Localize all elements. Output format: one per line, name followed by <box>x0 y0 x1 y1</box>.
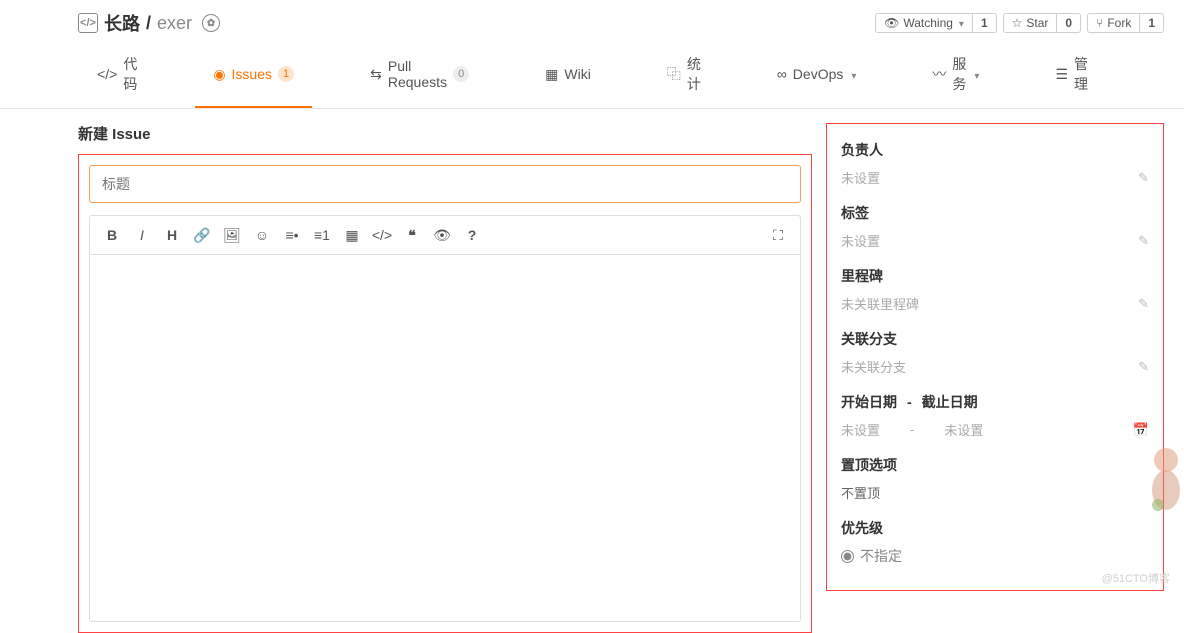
tab-label: 统计 <box>687 54 701 94</box>
fullscreen-button[interactable]: ⛶ <box>764 222 792 248</box>
issue-form-box: B I H 🔗 🖼 ☺ ≡• ≡1 ▦ </> ❝ 👁 ? ⛶ <box>78 154 812 633</box>
edit-icon[interactable]: ✎ <box>1138 296 1149 312</box>
image-button[interactable]: 🖼 <box>218 222 246 248</box>
priority-label: 优先级 <box>841 518 1149 538</box>
star-button[interactable]: ☆ Star <box>1003 13 1058 33</box>
breadcrumb-sep: / <box>146 13 151 34</box>
pr-icon: ⇆ <box>370 66 382 83</box>
code-button[interactable]: </> <box>368 222 396 248</box>
priority-none-label: 不指定 <box>860 546 902 566</box>
repo-icon: </> <box>78 13 98 33</box>
labels-label: 标签 <box>841 203 1149 223</box>
owner-link[interactable]: 长路 <box>104 10 140 36</box>
quote-button[interactable]: ❝ <box>398 222 426 248</box>
pr-count-badge: 0 <box>453 66 469 82</box>
start-date-label: 开始日期 <box>841 392 897 412</box>
tab-services[interactable]: 〰 服务 <box>914 44 997 108</box>
tab-issues[interactable]: ◉ Issues 1 <box>195 44 312 108</box>
sidebar: 负责人 未设置 ✎ 标签 未设置 ✎ 里程碑 未关联里程碑 ✎ 关联分支 未关联… <box>826 123 1164 591</box>
tab-label: 服务 <box>952 54 966 94</box>
chevron-down-icon <box>957 16 964 30</box>
end-date-label: 截止日期 <box>922 392 978 412</box>
preview-button[interactable]: 👁 <box>428 222 456 248</box>
branch-value: 未关联分支 <box>841 357 906 376</box>
breadcrumb: </> 长路 / exer ✿ <box>78 10 220 36</box>
page-title: 新建 Issue <box>78 123 812 144</box>
dates-label: 开始日期 - 截止日期 <box>841 392 1149 412</box>
issues-count-badge: 1 <box>278 66 294 82</box>
issue-title-input[interactable] <box>89 165 801 203</box>
branch-label: 关联分支 <box>841 329 1149 349</box>
editor-textarea[interactable] <box>89 254 801 622</box>
devops-icon: ∞ <box>777 66 787 82</box>
assignee-value: 未设置 <box>841 168 880 187</box>
tab-label: Pull Requests <box>388 58 447 90</box>
star-label: Star <box>1026 16 1048 30</box>
fork-icon: ⑂ <box>1096 16 1103 30</box>
issue-icon: ◉ <box>213 66 225 83</box>
chevron-down-icon <box>849 66 856 82</box>
edit-icon[interactable]: ✎ <box>1138 359 1149 375</box>
ul-button[interactable]: ≡• <box>278 222 306 248</box>
tab-label: Issues <box>232 66 272 82</box>
help-button[interactable]: ? <box>458 222 486 248</box>
link-button[interactable]: 🔗 <box>188 222 216 248</box>
sticky-label: 置顶选项 <box>841 455 1149 475</box>
assignee-label: 负责人 <box>841 140 1149 160</box>
edit-icon[interactable]: ✎ <box>1138 233 1149 249</box>
edit-icon[interactable]: ✎ <box>1138 170 1149 186</box>
ol-button[interactable]: ≡1 <box>308 222 336 248</box>
italic-button[interactable]: I <box>128 222 156 248</box>
tab-wiki[interactable]: ▦ Wiki <box>527 44 609 108</box>
watermark: @51CTO博客 <box>1102 570 1170 586</box>
star-icon: ☆ <box>1012 16 1023 30</box>
calendar-icon[interactable]: 📅 <box>1133 422 1149 438</box>
repo-link[interactable]: exer <box>157 13 192 34</box>
labels-value: 未设置 <box>841 231 880 250</box>
milestone-value: 未关联里程碑 <box>841 294 919 313</box>
tab-label: 管理 <box>1074 54 1088 94</box>
tab-code[interactable]: </> 代码 <box>79 44 155 108</box>
badge-icon: ✿ <box>202 14 220 32</box>
tab-manage[interactable]: ☰ 管理 <box>1037 44 1106 108</box>
watching-count[interactable]: 1 <box>973 13 997 33</box>
sticky-value[interactable]: 不置顶 <box>841 483 880 502</box>
heading-button[interactable]: H <box>158 222 186 248</box>
fork-count[interactable]: 1 <box>1140 13 1164 33</box>
bold-button[interactable]: B <box>98 222 126 248</box>
tab-pull-requests[interactable]: ⇆ Pull Requests 0 <box>352 44 487 108</box>
chevron-down-icon <box>972 66 979 82</box>
tab-stats[interactable]: ⿻ 统计 <box>649 44 719 108</box>
tab-label: DevOps <box>793 66 844 82</box>
services-icon: 〰 <box>932 64 946 84</box>
table-button[interactable]: ▦ <box>338 222 366 248</box>
stats-icon: ⿻ <box>667 64 681 84</box>
start-date-value[interactable]: 未设置 <box>841 420 880 439</box>
tab-devops[interactable]: ∞ DevOps <box>759 44 875 108</box>
end-date-value[interactable]: 未设置 <box>944 420 983 439</box>
wiki-icon: ▦ <box>545 66 558 83</box>
star-count[interactable]: 0 <box>1057 13 1081 33</box>
priority-none-radio[interactable] <box>841 550 854 563</box>
tab-label: Wiki <box>564 66 590 82</box>
eye-icon: 👁 <box>884 16 899 30</box>
tab-label: 代码 <box>123 54 137 94</box>
code-icon: </> <box>97 66 117 82</box>
watching-button[interactable]: 👁 Watching <box>875 13 973 33</box>
fork-button[interactable]: ⑂ Fork <box>1087 13 1140 33</box>
milestone-label: 里程碑 <box>841 266 1149 286</box>
emoji-button[interactable]: ☺ <box>248 222 276 248</box>
editor-toolbar: B I H 🔗 🖼 ☺ ≡• ≡1 ▦ </> ❝ 👁 ? ⛶ <box>89 215 801 254</box>
manage-icon: ☰ <box>1055 66 1068 83</box>
fork-label: Fork <box>1107 16 1131 30</box>
watching-label: Watching <box>903 16 953 30</box>
